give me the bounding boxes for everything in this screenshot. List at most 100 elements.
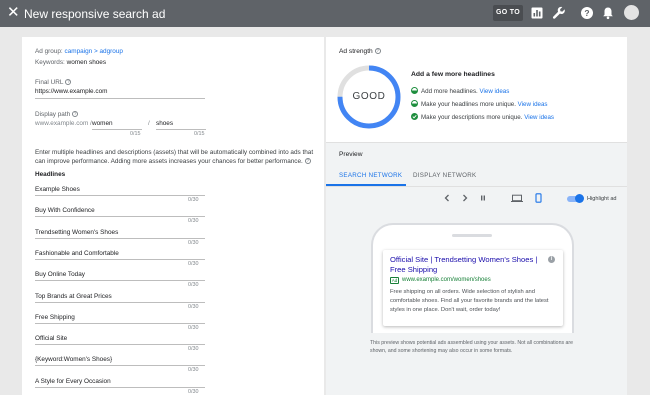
headline-underline [35, 195, 205, 196]
headline-input[interactable]: Buy Online Today [35, 271, 85, 279]
headline-counter: 0/30 [188, 197, 199, 203]
ad-headline-link[interactable]: Official Site | Trendsetting Women's Sho… [390, 255, 540, 275]
suggestion-text: Add more headlines. [421, 88, 478, 95]
headline-counter: 0/30 [188, 218, 199, 225]
suggestion-item: Make your headlines more unique. View id… [411, 100, 547, 109]
page-title: New responsive search ad [24, 7, 166, 21]
headline-underline [35, 237, 205, 239]
half-circle-icon [411, 87, 418, 94]
preview-label: Preview [339, 151, 363, 158]
tab-display-network[interactable]: DISPLAY NETWORK [413, 172, 476, 180]
display-path-separator: / [148, 120, 150, 127]
display-path-label: Display path [35, 111, 71, 118]
section-divider [326, 142, 627, 143]
ad-group-row: Ad group: campaign > adgroup [35, 48, 123, 56]
headline-underline [35, 365, 205, 367]
tools-wrench-icon[interactable] [552, 6, 566, 20]
notifications-bell-icon[interactable] [601, 6, 615, 20]
reports-icon[interactable] [530, 6, 544, 20]
view-ideas-link[interactable]: View ideas [480, 88, 510, 95]
display-path-2-counter: 0/15 [194, 131, 205, 137]
display-path-2-input[interactable]: shoes [156, 120, 173, 128]
help-icon[interactable]: ? [72, 111, 79, 118]
svg-text:?: ? [584, 8, 589, 18]
view-ideas-link[interactable]: View ideas [524, 114, 554, 121]
check-circle-icon [411, 113, 418, 120]
account-avatar[interactable] [624, 5, 639, 20]
next-icon[interactable] [461, 193, 469, 203]
ad-strength-label-row: Ad strength? [339, 48, 381, 56]
mobile-preview-icon[interactable] [534, 193, 543, 203]
headline-underline [35, 322, 205, 324]
ad-strength-rating: GOOD [352, 91, 386, 102]
tabs-divider [326, 186, 627, 187]
headline-input[interactable]: Example Shoes [35, 186, 80, 194]
headline-counter: 0/30 [188, 282, 199, 289]
display-path-1-input[interactable]: women [92, 120, 113, 128]
help-icon[interactable]: ? [374, 48, 381, 55]
headline-counter: 0/30 [188, 324, 199, 331]
top-app-bar: ✕ New responsive search ad GO TO ? [0, 0, 650, 27]
headline-input[interactable]: A Style for Every Occasion [35, 378, 111, 386]
ad-form-panel: Ad group: campaign > adgroup Keywords: w… [22, 37, 324, 395]
keywords-value: women shoes [66, 59, 107, 66]
final-url-label-row: Final URL? [35, 79, 72, 87]
headline-input[interactable]: Official Site [35, 335, 67, 343]
go-to-button[interactable]: GO TO [493, 5, 523, 21]
headline-underline [35, 280, 205, 282]
view-ideas-link[interactable]: View ideas [518, 101, 548, 108]
ad-display-url: www.example.com/women/shoes [402, 277, 491, 283]
ad-strength-label: Ad strength [339, 48, 373, 55]
suggestion-item: Add more headlines. View ideas [411, 87, 509, 96]
suggestion-heading: Add a few more headlines [411, 71, 495, 78]
headline-input[interactable]: Free Shipping [35, 314, 75, 322]
half-circle-icon [411, 100, 418, 107]
headline-counter: 0/30 [188, 367, 199, 374]
assets-instructions-text: Enter multiple headlines and description… [35, 149, 314, 165]
assets-instructions: Enter multiple headlines and description… [35, 148, 315, 166]
ad-group-label: Ad group: [35, 48, 63, 55]
preview-disclaimer: This preview shows potential ads assembl… [370, 340, 573, 354]
display-path-label-row: Display path? [35, 111, 79, 119]
highlight-ad-label: Highlight ad [587, 196, 617, 202]
final-url-label: Final URL [35, 79, 64, 86]
headline-counter: 0/30 [188, 388, 199, 395]
phone-speaker [452, 234, 492, 237]
final-url-input[interactable]: https://www.example.com [35, 88, 107, 96]
help-icon[interactable]: ? [65, 79, 72, 86]
headline-underline [35, 258, 205, 260]
display-path-1-underline [92, 129, 142, 130]
display-path-1-counter: 0/15 [130, 131, 141, 137]
headline-underline [35, 344, 205, 346]
ad-group-link[interactable]: campaign > adgroup [65, 48, 123, 55]
headline-underline [35, 386, 205, 388]
headline-counter: 0/30 [188, 303, 199, 310]
headline-input[interactable]: Top Brands at Great Prices [35, 293, 112, 301]
info-icon[interactable]: i [548, 256, 555, 263]
help-icon[interactable]: ? [580, 6, 594, 20]
headline-underline [35, 216, 205, 218]
headline-input[interactable]: {Keyword:Women's Shoes} [35, 356, 112, 364]
headlines-heading: Headlines [35, 171, 66, 178]
highlight-toggle-knob[interactable] [575, 194, 584, 203]
close-icon[interactable]: ✕ [7, 5, 20, 21]
suggestion-item: Make your descriptions more unique. View… [411, 113, 554, 122]
desktop-preview-icon[interactable] [510, 193, 524, 203]
display-path-2-underline [156, 129, 206, 130]
suggestion-text: Make your headlines more unique. [421, 101, 516, 108]
headline-input[interactable]: Fashionable and Comfortable [35, 250, 119, 258]
headline-counter: 0/30 [188, 239, 199, 246]
final-url-underline [35, 98, 205, 99]
display-path-base: www.example.com / [35, 120, 92, 127]
keywords-row: Keywords: women shoes [35, 59, 106, 67]
ad-badge: Ad [390, 277, 399, 284]
headline-underline [35, 301, 205, 303]
headline-input[interactable]: Buy With Confidence [35, 207, 95, 215]
headline-input[interactable]: Trendsetting Women's Shoes [35, 229, 118, 237]
pause-icon[interactable] [479, 193, 487, 203]
ad-strength-preview-panel: Ad strength? GOOD Add a few more headlin… [326, 37, 627, 395]
help-icon[interactable]: ? [304, 158, 311, 165]
headline-counter: 0/30 [188, 346, 199, 353]
tab-search-network[interactable]: SEARCH NETWORK [339, 172, 402, 180]
previous-icon[interactable] [443, 193, 451, 203]
